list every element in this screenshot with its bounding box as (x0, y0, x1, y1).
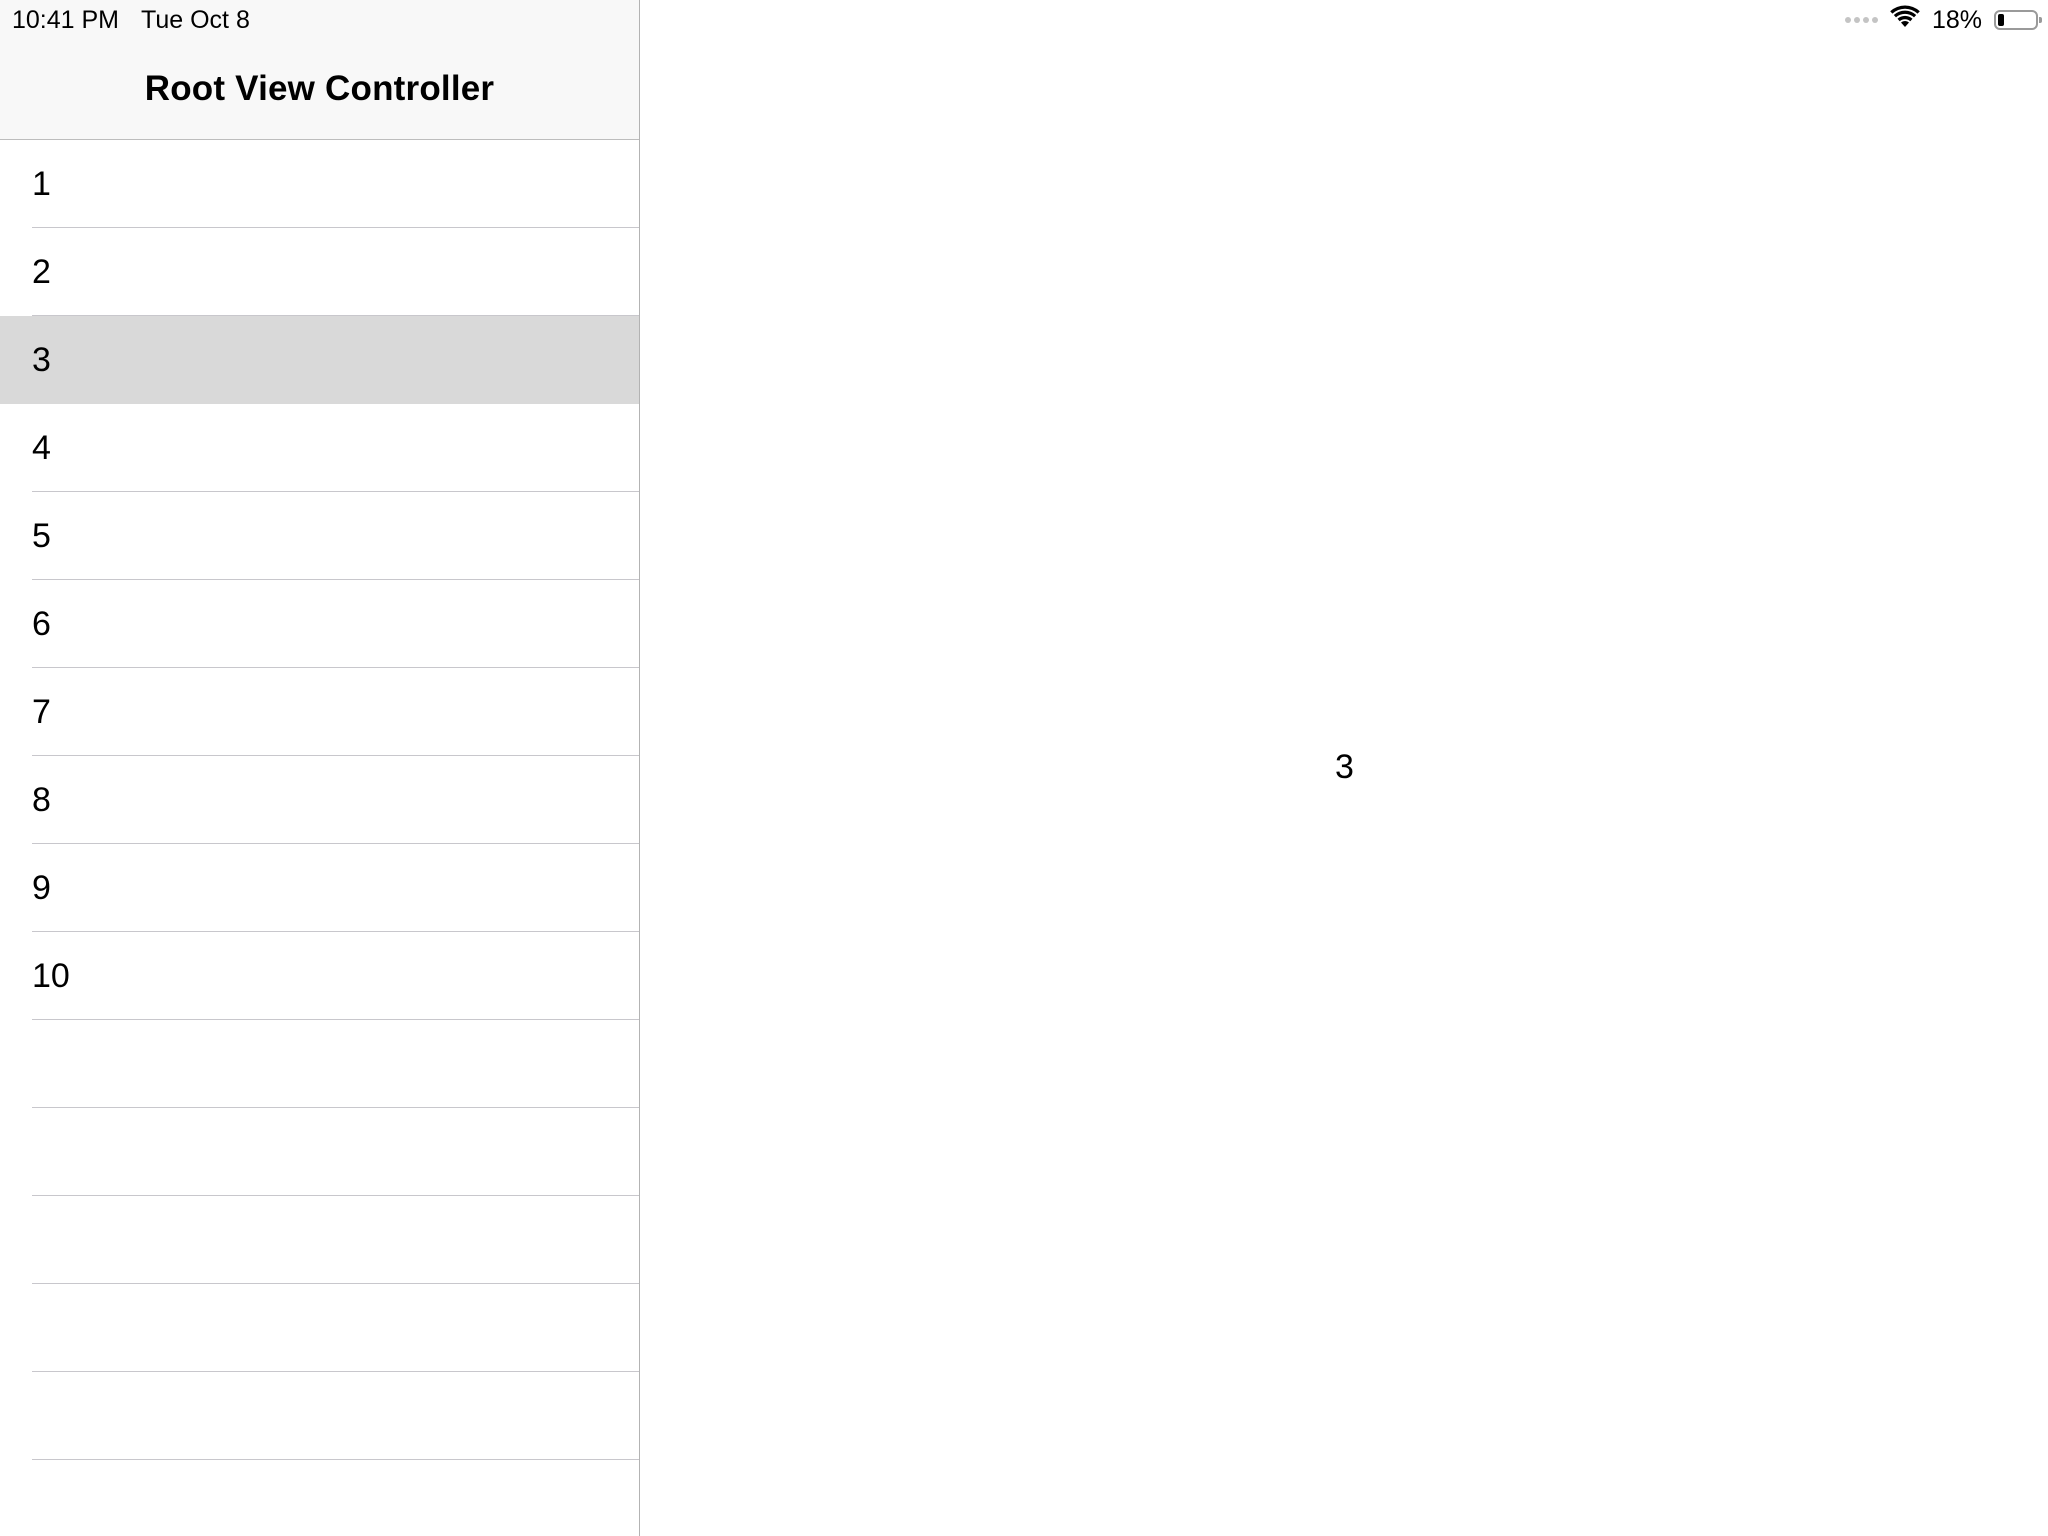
table-row[interactable]: 4 (0, 404, 639, 492)
empty-table-row (0, 1108, 639, 1196)
table-row-label: 4 (32, 429, 51, 467)
battery-percent: 18% (1931, 5, 1982, 34)
detail-pane: 3 (641, 0, 2048, 1536)
table-row-label: 1 (32, 165, 51, 203)
table-view[interactable]: 1 2 3 4 5 6 7 8 9 10 (0, 140, 639, 1536)
master-pane: Root View Controller 1 2 3 4 5 6 7 8 9 10 (0, 0, 640, 1536)
empty-table-row (0, 1372, 639, 1460)
status-date: Tue Oct 8 (141, 6, 250, 34)
table-row-label: 8 (32, 781, 51, 819)
table-row[interactable]: 1 (0, 140, 639, 228)
table-row[interactable]: 9 (0, 844, 639, 932)
battery-fill (1998, 14, 2004, 26)
empty-table-row (0, 1020, 639, 1108)
empty-table-row (0, 1460, 639, 1536)
table-row[interactable]: 3 (0, 316, 639, 404)
table-row-label: 6 (32, 605, 51, 643)
table-row[interactable]: 2 (0, 228, 639, 316)
empty-table-row (0, 1284, 639, 1372)
table-row-label: 3 (32, 341, 51, 379)
table-row[interactable]: 10 (0, 932, 639, 1020)
table-row-label: 2 (32, 253, 51, 291)
ipad-screen: Root View Controller 1 2 3 4 5 6 7 8 9 10 3 10:41… (0, 0, 2048, 1536)
table-row-label: 9 (32, 869, 51, 907)
table-row[interactable]: 5 (0, 492, 639, 580)
table-row[interactable]: 7 (0, 668, 639, 756)
detail-label: 3 (1335, 748, 1354, 786)
table-row-label: 10 (32, 957, 70, 995)
nav-title: Root View Controller (144, 69, 495, 108)
table-row-label: 5 (32, 517, 51, 555)
cellular-signal-icon (1844, 17, 1878, 23)
wifi-icon (1890, 4, 1920, 36)
status-bar-left: 10:41 PM Tue Oct 8 (12, 5, 250, 35)
table-row-label: 7 (32, 693, 51, 731)
battery-nub (2039, 17, 2042, 23)
table-row[interactable]: 8 (0, 756, 639, 844)
empty-table-row (0, 1196, 639, 1284)
table-row[interactable]: 6 (0, 580, 639, 668)
status-bar-right: 18% (1844, 4, 2042, 36)
battery-icon (1994, 10, 2042, 30)
status-time: 10:41 PM (12, 6, 120, 34)
